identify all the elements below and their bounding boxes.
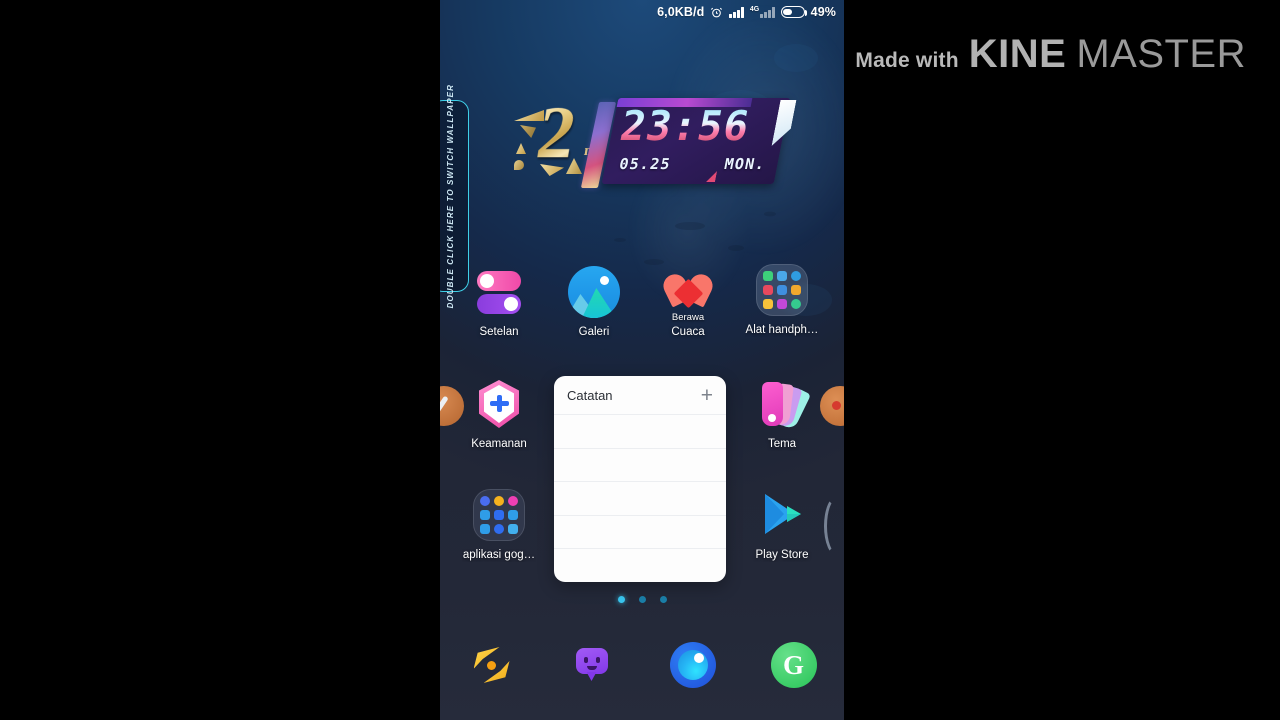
page-dot[interactable] xyxy=(638,596,646,603)
dock-slot[interactable] xyxy=(440,642,541,688)
watermark-made-with: Made with xyxy=(855,49,959,72)
notes-line xyxy=(554,548,726,582)
screenshot-canvas: Made with KINE MASTER 6,0KB/d 4G 49% DOU… xyxy=(0,0,1280,720)
clock-time: 23:56 xyxy=(616,102,755,150)
app-label: Setelan xyxy=(479,326,519,338)
signal-bars-icon xyxy=(729,6,744,18)
plus-icon[interactable]: + xyxy=(701,385,713,406)
app-label: Galeri xyxy=(578,326,610,338)
folder-alat-handphone[interactable]: Alat handph… xyxy=(745,264,819,337)
phone-screen: 6,0KB/d 4G 49% DOUBLE CLICK HERE TO SWIT… xyxy=(440,0,844,720)
tools-folder-icon xyxy=(756,264,808,316)
notes-widget[interactable]: Catatan + xyxy=(554,376,726,582)
dock-slot[interactable] xyxy=(642,642,743,688)
browser-app-icon[interactable] xyxy=(669,642,716,688)
gallery-icon xyxy=(568,266,620,318)
bolt-app-icon[interactable] xyxy=(468,642,514,688)
google-apps-folder-icon xyxy=(473,489,525,541)
app-setelan[interactable]: Setelan xyxy=(462,266,536,339)
app-tema[interactable]: Tema xyxy=(745,378,819,451)
app-label: Keamanan xyxy=(471,438,527,450)
network-type-indicator: 4G xyxy=(750,6,775,18)
app-label: Cuaca xyxy=(671,326,705,338)
notes-widget-title: Catatan xyxy=(567,387,613,403)
folder-aplikasi-google[interactable]: aplikasi gog… xyxy=(462,489,536,562)
wallpaper-hint-label: DOUBLE CLICK HERE TO SWITCH WALLPAPER xyxy=(445,83,455,309)
notes-line xyxy=(554,414,726,448)
dock-slot[interactable] xyxy=(541,642,642,688)
watermark-master: MASTER xyxy=(1076,32,1246,76)
notes-line xyxy=(554,447,726,482)
battery-percent-text: 49% xyxy=(810,5,836,19)
dock: G xyxy=(440,636,844,694)
signal-bars-secondary-icon xyxy=(760,6,775,18)
data-rate-text: 6,0KB/d xyxy=(657,5,705,19)
notes-line xyxy=(554,514,726,549)
battery-icon xyxy=(780,6,808,18)
page-dot-active[interactable] xyxy=(617,596,625,603)
app-label: Play Store xyxy=(755,549,809,561)
app-cuaca[interactable]: Berawa Cuaca xyxy=(651,266,725,339)
play-store-icon xyxy=(756,489,808,541)
app-keamanan[interactable]: Keamanan xyxy=(462,378,536,451)
clock-face: 23:56 05.25 MON. xyxy=(601,98,791,184)
partial-ring-decoration xyxy=(824,496,844,556)
alarm-clock-icon xyxy=(710,6,723,19)
clock-widget[interactable]: 2 nd 23:56 05.25 MON. xyxy=(512,92,782,190)
app-label: Alat handph… xyxy=(745,324,819,336)
chat-bubble-app-icon[interactable] xyxy=(569,642,615,688)
clock-day: MON. xyxy=(722,155,768,173)
wallpaper-switch-hint[interactable]: DOUBLE CLICK HERE TO SWITCH WALLPAPER xyxy=(440,84,469,308)
notes-line xyxy=(554,481,726,515)
notes-widget-header: Catatan + xyxy=(554,376,726,414)
clock-tick-accent xyxy=(706,171,717,182)
app-galeri[interactable]: Galeri xyxy=(557,266,631,339)
theme-palette-icon xyxy=(756,378,812,431)
settings-toggles-icon xyxy=(473,266,525,318)
app-label: Tema xyxy=(767,438,797,450)
app-label: aplikasi gog… xyxy=(462,549,536,561)
kinemaster-watermark: Made with KINE MASTER xyxy=(855,32,1246,77)
watermark-kine: KINE xyxy=(968,32,1067,76)
network-type-label: 4G xyxy=(749,6,760,13)
dock-slot[interactable]: G xyxy=(743,642,844,688)
green-g-app-icon[interactable]: G xyxy=(770,642,817,688)
page-indicator[interactable] xyxy=(440,596,844,603)
security-shield-icon xyxy=(473,378,525,430)
weather-condition-label: Berawa xyxy=(671,312,705,323)
status-bar: 6,0KB/d 4G 49% xyxy=(440,0,844,24)
app-play-store[interactable]: Play Store xyxy=(745,489,819,562)
clock-date: 05.25 xyxy=(617,155,673,173)
page-dot[interactable] xyxy=(659,596,667,603)
weather-heart-icon: Berawa xyxy=(659,266,717,323)
